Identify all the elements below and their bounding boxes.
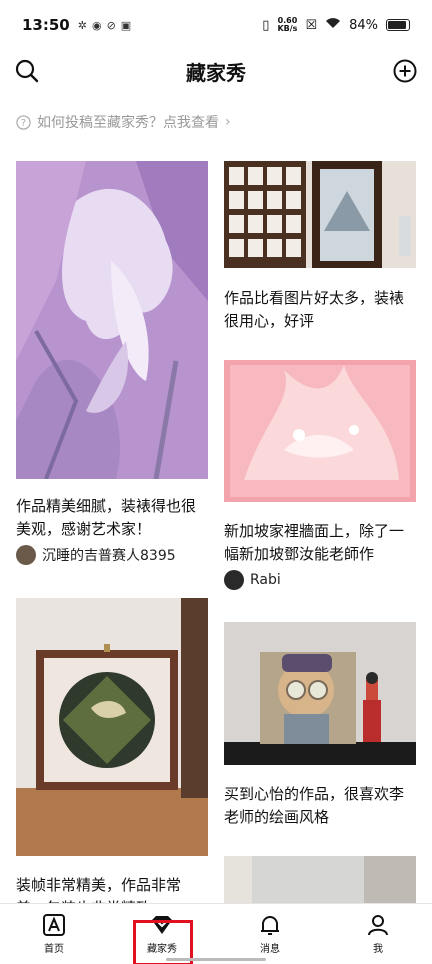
tab-label: 消息 xyxy=(260,944,280,955)
app-notification-icon: ◉ xyxy=(91,18,102,32)
no-sim-icon: ☒ xyxy=(305,17,318,33)
home-indicator xyxy=(166,958,266,961)
search-button[interactable] xyxy=(12,56,42,86)
feed-card[interactable] xyxy=(224,856,416,903)
battery-icon xyxy=(386,19,410,31)
author-name: Rabi xyxy=(250,572,281,588)
avatar xyxy=(16,545,36,565)
plus-circle-icon xyxy=(393,59,417,83)
card-image-shelf-display xyxy=(224,161,416,268)
vibrate-icon: ▯ xyxy=(262,17,270,33)
card-image-pink-painting xyxy=(224,360,416,502)
svg-text:?: ? xyxy=(21,117,26,128)
card-title: 买到心怡的作品，很喜欢李老师的绘画风格 xyxy=(224,785,405,826)
question-circle-icon: ? xyxy=(16,114,31,130)
feed-card[interactable]: 作品精美细腻，装裱得也很美观，感谢艺术家！ 沉睡的吉普赛人8395 xyxy=(16,161,208,573)
home-a-icon xyxy=(43,914,65,936)
card-author[interactable]: Rabi xyxy=(224,570,281,590)
wifi-icon xyxy=(325,17,341,33)
feed-card[interactable]: 新加坡家裡牆面上，除了一幅新加坡鄧汝能老師作 Rabi xyxy=(224,360,416,595)
card-title: 作品比看图片好太多，装裱很用心，好评 xyxy=(224,289,405,330)
author-name: 沉睡的吉普赛人8395 xyxy=(42,548,176,564)
bottom-tab-bar: 首页 藏家秀 消息 我 xyxy=(0,903,432,964)
page-title: 藏家秀 xyxy=(186,60,246,85)
tab-collector-show[interactable]: 藏家秀 xyxy=(108,904,216,964)
hint-text: 如何投稿至藏家秀？点我查看 xyxy=(37,115,219,131)
card-image-iris-painting xyxy=(16,161,208,479)
avatar xyxy=(224,570,244,590)
battery-percent: 84% xyxy=(349,17,378,33)
app-notification-icon: ⊘ xyxy=(106,18,116,32)
feed-card[interactable]: 装帧非常精美，作品非常美，包装也非常精致 xyxy=(16,598,208,903)
card-title: 装帧非常精美，作品非常美，包装也非常精致 xyxy=(16,876,182,903)
submission-hint-link[interactable]: ? 如何投稿至藏家秀？点我查看 › xyxy=(16,110,231,134)
tab-me[interactable]: 我 xyxy=(324,904,432,964)
tab-home[interactable]: 首页 xyxy=(0,904,108,964)
status-bar: 13:50 ✲ ◉ ⊘ ▣ ▯ 0.60 KB/s ☒ 84% xyxy=(0,0,432,50)
bell-icon xyxy=(261,916,279,935)
search-icon xyxy=(15,59,39,83)
tab-messages[interactable]: 消息 xyxy=(216,904,324,964)
card-image-framed-embroidery xyxy=(16,598,208,856)
status-right: ▯ 0.60 KB/s ☒ 84% xyxy=(262,17,410,33)
card-title: 作品精美细腻，装裱得也很美观，感谢艺术家！ xyxy=(16,497,197,538)
card-image xyxy=(224,856,416,903)
app-notification-icon: ▣ xyxy=(120,18,132,32)
feed-card[interactable]: 作品比看图片好太多，装裱很用心，好评 xyxy=(224,161,416,341)
person-icon xyxy=(368,915,388,936)
card-image-boy-portrait xyxy=(224,622,416,765)
top-nav: 藏家秀 xyxy=(0,50,432,92)
chevron-right-icon: › xyxy=(225,114,231,130)
status-time: 13:50 xyxy=(22,16,70,34)
tab-label: 我 xyxy=(373,944,383,955)
tab-label: 首页 xyxy=(44,944,64,955)
feed-card[interactable]: 买到心怡的作品，很喜欢李老师的绘画风格 xyxy=(224,622,416,832)
card-title: 新加坡家裡牆面上，除了一幅新加坡鄧汝能老師作 xyxy=(224,522,405,563)
network-speed: 0.60 KB/s xyxy=(277,16,298,33)
add-post-button[interactable] xyxy=(390,56,420,86)
app-notification-icon: ✲ xyxy=(77,18,87,32)
status-app-icons: ✲ ◉ ⊘ ▣ xyxy=(78,19,131,32)
card-author[interactable]: 沉睡的吉普赛人8395 xyxy=(16,545,176,565)
